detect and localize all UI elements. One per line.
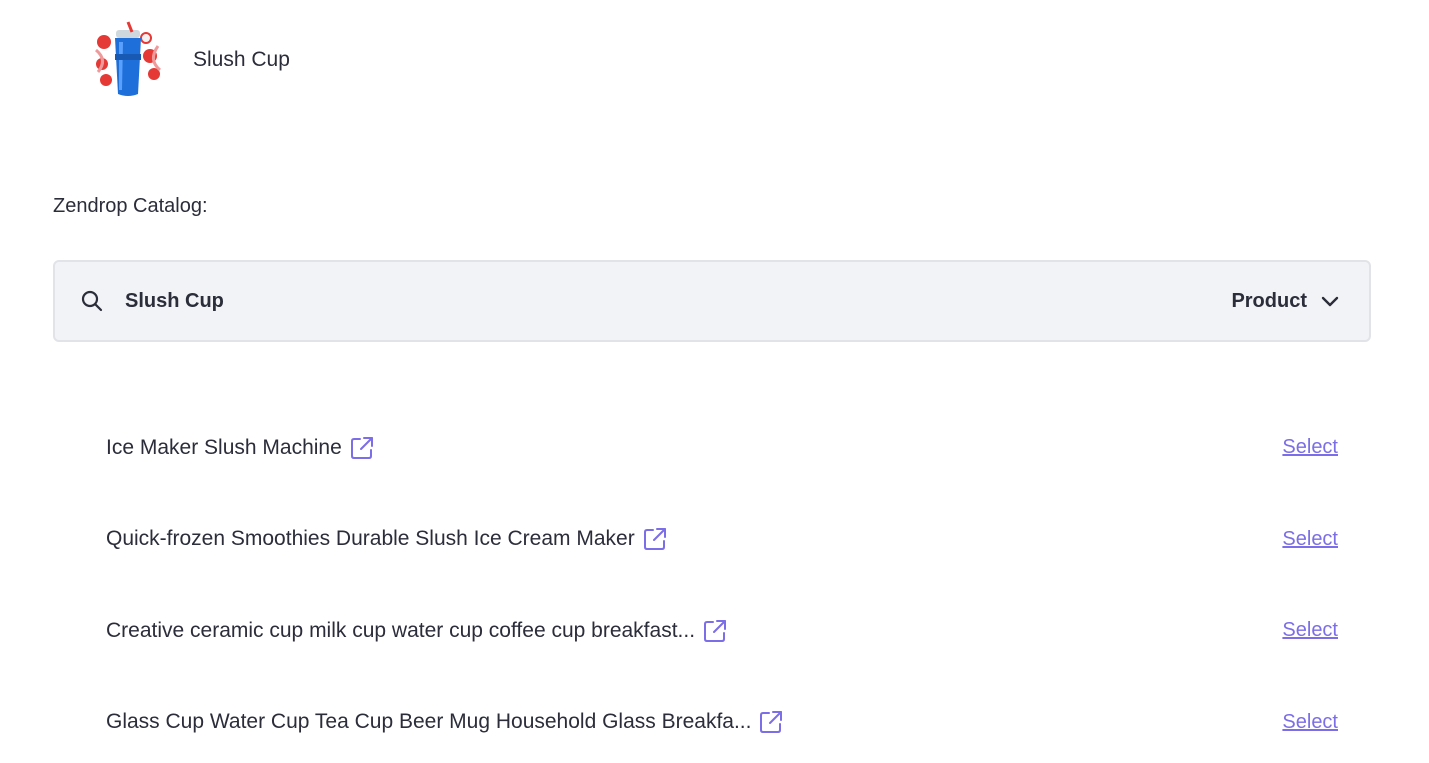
catalog-label: Zendrop Catalog: (53, 195, 208, 217)
search-type-label: Product (1231, 289, 1307, 312)
select-link[interactable]: Select (1282, 619, 1338, 642)
result-title: Creative ceramic cup milk cup water cup … (106, 618, 696, 642)
external-link-icon[interactable] (642, 526, 668, 552)
list-item: Glass Cup Water Cup Tea Cup Beer Mug Hou… (106, 677, 1338, 763)
results-list: Ice Maker Slush Machine Select Quick-fro… (106, 402, 1338, 763)
product-name: Slush Cup (193, 48, 290, 71)
page: Slush Cup Zendrop Catalog: Product Ice M… (0, 0, 1429, 763)
select-link[interactable]: Select (1282, 528, 1338, 551)
external-link-icon[interactable] (349, 435, 375, 461)
chevron-down-icon (1319, 290, 1341, 312)
search-input[interactable] (125, 289, 1025, 313)
search-bar: Product (53, 260, 1371, 342)
list-item: Creative ceramic cup milk cup water cup … (106, 585, 1338, 677)
search-type-dropdown[interactable]: Product (1231, 262, 1341, 340)
external-link-icon[interactable] (758, 709, 784, 735)
product-thumbnail (88, 20, 168, 100)
result-title: Ice Maker Slush Machine (106, 435, 342, 459)
search-icon (79, 288, 105, 314)
result-title: Glass Cup Water Cup Tea Cup Beer Mug Hou… (106, 710, 752, 734)
select-link[interactable]: Select (1282, 711, 1338, 734)
list-item: Quick-frozen Smoothies Durable Slush Ice… (106, 494, 1338, 586)
select-link[interactable]: Select (1282, 436, 1338, 459)
external-link-icon[interactable] (702, 618, 728, 644)
product-header: Slush Cup (88, 20, 290, 100)
result-title: Quick-frozen Smoothies Durable Slush Ice… (106, 527, 635, 551)
list-item: Ice Maker Slush Machine Select (106, 402, 1338, 494)
